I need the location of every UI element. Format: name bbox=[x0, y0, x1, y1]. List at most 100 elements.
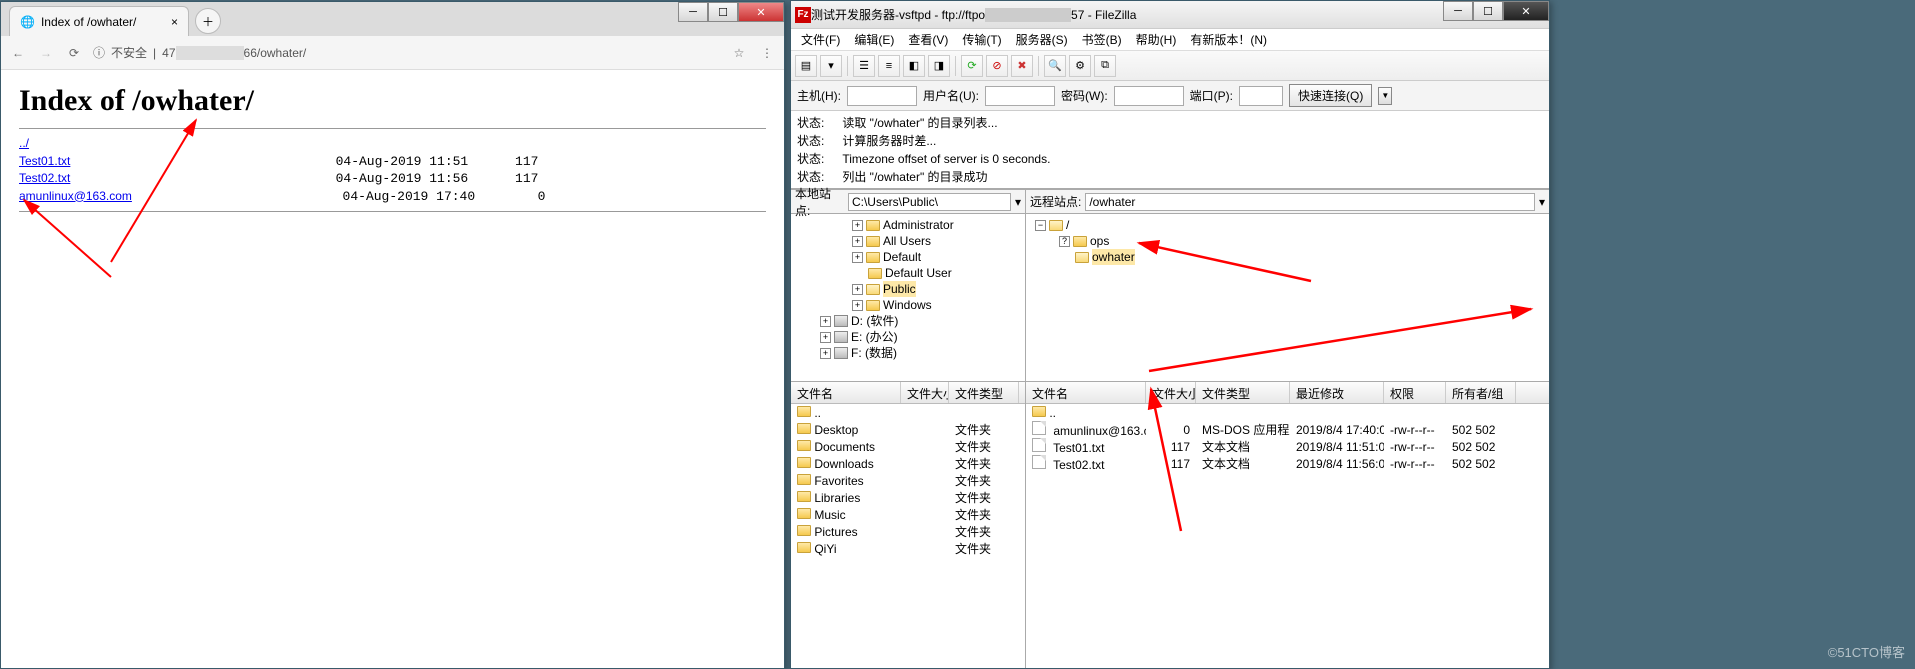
file-row[interactable]: Test01.txt117文本文档2019/8/4 11:51:00-rw-r-… bbox=[1026, 438, 1549, 455]
tree-node[interactable]: owhater bbox=[1028, 249, 1547, 265]
host-input[interactable] bbox=[847, 86, 917, 106]
close-button[interactable]: ✕ bbox=[1503, 1, 1549, 21]
file-link[interactable]: Test02.txt bbox=[19, 171, 70, 185]
file-row[interactable]: Favorites文件夹 bbox=[791, 472, 1025, 489]
new-tab-button[interactable]: ＋ bbox=[195, 8, 221, 34]
remote-pane: 远程站点: ▾ −/?opsowhater 文件名文件大小文件类型最近修改权限所… bbox=[1026, 190, 1549, 668]
tree-node[interactable]: −/ bbox=[1028, 217, 1547, 233]
toolbar-icon[interactable]: ☰ bbox=[853, 55, 875, 77]
back-button[interactable]: ← bbox=[9, 44, 27, 62]
menu-icon[interactable]: ⋮ bbox=[758, 44, 776, 62]
tree-node[interactable]: +All Users bbox=[793, 233, 1023, 249]
toolbar-find-icon[interactable]: 🔍 bbox=[1044, 55, 1066, 77]
menu-item[interactable]: 文件(F) bbox=[795, 29, 846, 50]
tree-node[interactable]: +Default bbox=[793, 249, 1023, 265]
file-row[interactable]: Music文件夹 bbox=[791, 506, 1025, 523]
toolbar-filter-icon[interactable]: ⚙ bbox=[1069, 55, 1091, 77]
parent-link[interactable]: ../ bbox=[19, 136, 29, 150]
reload-button[interactable]: ⟳ bbox=[65, 44, 83, 62]
menu-item[interactable]: 帮助(H) bbox=[1130, 29, 1183, 50]
file-row[interactable]: Downloads文件夹 bbox=[791, 455, 1025, 472]
user-input[interactable] bbox=[985, 86, 1055, 106]
dropdown-icon[interactable]: ▾ bbox=[1539, 195, 1545, 209]
file-link[interactable]: amunlinux@163.com bbox=[19, 189, 132, 203]
toolbar-sitemgr-icon[interactable]: ▤ bbox=[795, 55, 817, 77]
minimize-button[interactable]: ─ bbox=[1443, 1, 1473, 21]
fz-quickconnect-bar: 主机(H): 用户名(U): 密码(W): 端口(P): 快速连接(Q) ▼ bbox=[791, 81, 1549, 111]
tree-node[interactable]: ?ops bbox=[1028, 233, 1547, 249]
insecure-label: 不安全 bbox=[111, 44, 147, 61]
column-header[interactable]: 文件大小 bbox=[901, 382, 949, 403]
column-header[interactable]: 文件名 bbox=[791, 382, 901, 403]
fz-menubar: 文件(F)编辑(E)查看(V)传输(T)服务器(S)书签(B)帮助(H)有新版本… bbox=[791, 29, 1549, 51]
toolbar-cancel-icon[interactable]: ⊘ bbox=[986, 55, 1008, 77]
menu-item[interactable]: 书签(B) bbox=[1076, 29, 1128, 50]
tree-node[interactable]: +Public bbox=[793, 281, 1023, 297]
tree-node[interactable]: +D: (软件) bbox=[793, 313, 1023, 329]
url-field[interactable]: ⓘ 不安全 | 47xx66/owhater/ bbox=[93, 44, 720, 61]
user-label: 用户名(U): bbox=[923, 87, 979, 104]
browser-tab[interactable]: 🌐 Index of /owhater/ × bbox=[9, 6, 189, 36]
tree-node[interactable]: +Administrator bbox=[793, 217, 1023, 233]
local-file-list[interactable]: .. Desktop文件夹 Documents文件夹 Downloads文件夹 … bbox=[791, 404, 1025, 668]
file-row[interactable]: .. bbox=[791, 404, 1025, 421]
menu-item[interactable]: 服务器(S) bbox=[1010, 29, 1074, 50]
tab-title: Index of /owhater/ bbox=[41, 15, 136, 29]
menu-item[interactable]: 编辑(E) bbox=[848, 29, 900, 50]
local-tree[interactable]: +Administrator+All Users+DefaultDefault … bbox=[791, 214, 1025, 382]
tree-node[interactable]: +F: (数据) bbox=[793, 345, 1023, 361]
column-header[interactable]: 文件名 bbox=[1026, 382, 1146, 403]
remote-site-label: 远程站点: bbox=[1030, 193, 1081, 210]
file-row[interactable]: amunlinux@163.com0MS-DOS 应用程序2019/8/4 17… bbox=[1026, 421, 1549, 438]
menu-item[interactable]: 传输(T) bbox=[956, 29, 1007, 50]
toolbar-disconnect-icon[interactable]: ✖ bbox=[1011, 55, 1033, 77]
toolbar-icon[interactable]: ◧ bbox=[903, 55, 925, 77]
chrome-window: 🌐 Index of /owhater/ × ＋ ─ ☐ ✕ ← → ⟳ ⓘ 不… bbox=[0, 1, 785, 669]
column-header[interactable]: 文件类型 bbox=[1196, 382, 1290, 403]
maximize-button[interactable]: ☐ bbox=[1473, 1, 1503, 21]
local-path-input[interactable] bbox=[848, 193, 1011, 211]
port-label: 端口(P): bbox=[1190, 87, 1233, 104]
dropdown-icon[interactable]: ▾ bbox=[1015, 195, 1021, 209]
file-row[interactable]: Desktop文件夹 bbox=[791, 421, 1025, 438]
file-link[interactable]: Test01.txt bbox=[19, 154, 70, 168]
local-site-bar: 本地站点: ▾ bbox=[791, 190, 1025, 214]
file-row[interactable]: QiYi文件夹 bbox=[791, 540, 1025, 557]
tree-node[interactable]: Default User bbox=[793, 265, 1023, 281]
close-button[interactable]: ✕ bbox=[738, 2, 784, 22]
minimize-button[interactable]: ─ bbox=[678, 2, 708, 22]
file-row[interactable]: Pictures文件夹 bbox=[791, 523, 1025, 540]
divider bbox=[19, 211, 766, 212]
quickconnect-button[interactable]: 快速连接(Q) bbox=[1289, 84, 1372, 107]
toolbar-dropdown-icon[interactable]: ▾ bbox=[820, 55, 842, 77]
file-row[interactable]: Libraries文件夹 bbox=[791, 489, 1025, 506]
column-header[interactable]: 文件大小 bbox=[1146, 382, 1196, 403]
column-header[interactable]: 权限 bbox=[1384, 382, 1446, 403]
quickconnect-dropdown[interactable]: ▼ bbox=[1378, 87, 1392, 105]
remote-path-input[interactable] bbox=[1085, 193, 1535, 211]
maximize-button[interactable]: ☐ bbox=[708, 2, 738, 22]
toolbar-icon[interactable]: ≡ bbox=[878, 55, 900, 77]
close-tab-icon[interactable]: × bbox=[171, 15, 178, 29]
toolbar-compare-icon[interactable]: ⧉ bbox=[1094, 55, 1116, 77]
forward-button[interactable]: → bbox=[37, 44, 55, 62]
file-row[interactable]: Documents文件夹 bbox=[791, 438, 1025, 455]
remote-tree[interactable]: −/?opsowhater bbox=[1026, 214, 1549, 382]
column-header[interactable]: 文件类型 bbox=[949, 382, 1019, 403]
toolbar-icon[interactable]: ◨ bbox=[928, 55, 950, 77]
tree-node[interactable]: +E: (办公) bbox=[793, 329, 1023, 345]
file-row[interactable]: Test02.txt117文本文档2019/8/4 11:56:00-rw-r-… bbox=[1026, 455, 1549, 472]
pass-input[interactable] bbox=[1114, 86, 1184, 106]
menu-item[interactable]: 查看(V) bbox=[902, 29, 954, 50]
tree-node[interactable]: +Windows bbox=[793, 297, 1023, 313]
menu-item[interactable]: 有新版本！(N) bbox=[1184, 29, 1273, 50]
toolbar-sync-icon[interactable]: ⟳ bbox=[961, 55, 983, 77]
local-file-header: 文件名文件大小文件类型 bbox=[791, 382, 1025, 404]
star-icon[interactable]: ☆ bbox=[730, 44, 748, 62]
port-input[interactable] bbox=[1239, 86, 1283, 106]
column-header[interactable]: 所有者/组 bbox=[1446, 382, 1516, 403]
remote-file-list[interactable]: .. amunlinux@163.com0MS-DOS 应用程序2019/8/4… bbox=[1026, 404, 1549, 668]
host-label: 主机(H): bbox=[797, 87, 841, 104]
column-header[interactable]: 最近修改 bbox=[1290, 382, 1384, 403]
file-row[interactable]: .. bbox=[1026, 404, 1549, 421]
